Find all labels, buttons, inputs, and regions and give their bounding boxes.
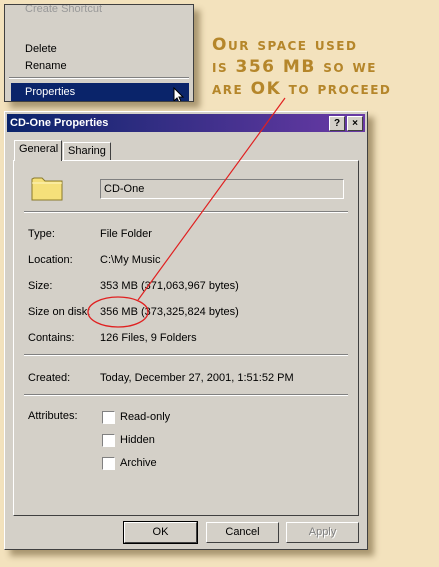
folder-icon bbox=[31, 177, 63, 201]
title-bar[interactable]: CD-One Properties ? × bbox=[7, 114, 365, 132]
close-button[interactable]: × bbox=[347, 116, 363, 131]
read-only-checkbox[interactable] bbox=[102, 411, 115, 424]
archive-checkbox[interactable] bbox=[102, 457, 115, 470]
attributes-label: Attributes: bbox=[28, 410, 78, 422]
size-label: Size: bbox=[28, 280, 53, 292]
menu-separator bbox=[9, 77, 189, 79]
menu-item-rename[interactable]: Rename bbox=[25, 60, 67, 72]
separator bbox=[24, 211, 348, 213]
size-on-disk-value: 356 MB (373,325,824 bytes) bbox=[100, 306, 239, 318]
folder-name-field[interactable]: CD-One bbox=[100, 179, 344, 199]
contains-label: Contains: bbox=[28, 332, 75, 344]
size-value: 353 MB (371,063,967 bytes) bbox=[100, 280, 239, 292]
general-panel: CD-One Type: File Folder Location: C:\My… bbox=[13, 160, 359, 516]
read-only-label[interactable]: Read-only bbox=[120, 411, 170, 423]
menu-item-properties-label: Properties bbox=[25, 86, 76, 98]
menu-item-properties[interactable]: Properties bbox=[11, 83, 189, 101]
location-value: C:\My Music bbox=[100, 254, 161, 266]
folder-name-value: CD-One bbox=[104, 183, 145, 195]
cancel-button[interactable]: Cancel bbox=[206, 522, 279, 543]
contains-value: 126 Files, 9 Folders bbox=[100, 332, 197, 344]
created-label: Created: bbox=[28, 372, 71, 384]
separator bbox=[24, 394, 348, 396]
archive-label[interactable]: Archive bbox=[120, 457, 157, 469]
context-menu: Create Shortcut Delete Rename Properties bbox=[4, 4, 194, 102]
type-value: File Folder bbox=[100, 228, 152, 240]
hidden-checkbox[interactable] bbox=[102, 434, 115, 447]
separator bbox=[24, 354, 348, 356]
annotation-text: Our space used is 356 MB so we are OK to… bbox=[212, 35, 392, 99]
tab-sharing-label: Sharing bbox=[68, 145, 106, 157]
location-label: Location: bbox=[28, 254, 73, 266]
dialog-title: CD-One Properties bbox=[10, 117, 109, 129]
tab-general-label: General bbox=[19, 143, 59, 155]
ok-button[interactable]: OK bbox=[123, 521, 198, 544]
mouse-cursor-icon bbox=[173, 87, 185, 101]
menu-item-create-shortcut[interactable]: Create Shortcut bbox=[25, 5, 102, 15]
type-label: Type: bbox=[28, 228, 55, 240]
tab-general[interactable]: General bbox=[14, 140, 62, 161]
menu-item-delete[interactable]: Delete bbox=[25, 43, 57, 55]
size-on-disk-label: Size on disk: bbox=[28, 306, 91, 318]
help-button[interactable]: ? bbox=[329, 116, 345, 131]
apply-button[interactable]: Apply bbox=[286, 522, 359, 543]
hidden-label[interactable]: Hidden bbox=[120, 434, 155, 446]
created-value: Today, December 27, 2001, 1:51:52 PM bbox=[100, 372, 294, 384]
tab-sharing[interactable]: Sharing bbox=[63, 142, 111, 160]
properties-dialog: CD-One Properties ? × General Sharing CD… bbox=[4, 111, 368, 550]
